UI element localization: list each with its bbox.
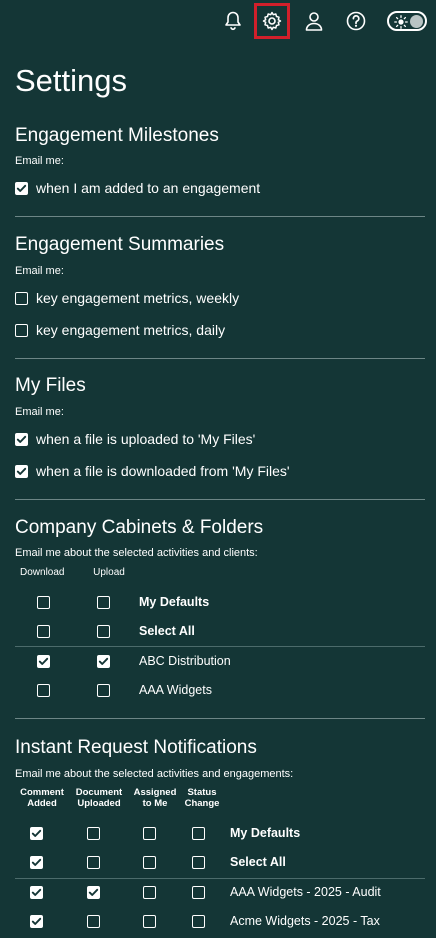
row-aaa-widgets-label: AAA Widgets (139, 683, 212, 697)
row-select-all-download-checkbox[interactable] (37, 625, 50, 638)
row-acme-widgets-tax-assigned-to-me-checkbox[interactable] (143, 915, 156, 928)
row-aaa-widgets-audit-status-change-checkbox[interactable] (192, 886, 205, 899)
top-bar (0, 0, 436, 44)
row-acme-widgets-tax-label: Acme Widgets - 2025 - Tax (230, 914, 380, 928)
row-abc-distribution-label: ABC Distribution (139, 654, 231, 668)
row-my-defaults-assigned-to-me-checkbox[interactable] (143, 827, 156, 840)
row-select-all-document-uploaded-checkbox[interactable] (87, 856, 100, 869)
section-title-engagement-milestones: Engagement Milestones (15, 125, 219, 146)
column-header-download: Download (20, 567, 65, 578)
row-select-all-status-change-checkbox[interactable] (192, 856, 205, 869)
divider (15, 358, 425, 359)
checkmark-icon (31, 858, 42, 866)
checkbox[interactable] (15, 323, 28, 337)
divider (15, 216, 425, 217)
checkbox[interactable] (15, 291, 28, 305)
row-aaa-widgets-audit-comment-added-checkbox[interactable] (30, 886, 43, 899)
option-label: when a file is uploaded to 'My Files' (36, 431, 256, 447)
column-header-assigned-to-me: Assigned to Me (133, 787, 177, 809)
divider (15, 718, 425, 719)
checkmark-icon (31, 917, 42, 925)
option-added-to-engagement[interactable]: when I am added to an engagement (15, 180, 260, 196)
row-my-defaults-download-checkbox[interactable] (37, 596, 50, 609)
option-label: when a file is downloaded from 'My Files… (36, 463, 290, 479)
option-file-downloaded[interactable]: when a file is downloaded from 'My Files… (15, 463, 290, 479)
toggle-knob (410, 15, 423, 28)
row-my-defaults-comment-added-checkbox[interactable] (30, 827, 43, 840)
option-label: key engagement metrics, weekly (36, 290, 240, 306)
column-header-upload: Upload (93, 567, 125, 578)
row-aaa-widgets-audit-document-uploaded-checkbox[interactable] (87, 886, 100, 899)
row-my-defaults-label: My Defaults (230, 826, 301, 840)
row-aaa-widgets-download-checkbox[interactable] (37, 684, 50, 697)
option-label: when I am added to an engagement (36, 180, 261, 196)
option-metrics-daily[interactable]: key engagement metrics, daily (15, 322, 225, 338)
row-acme-widgets-tax-comment-added-checkbox[interactable] (30, 915, 43, 928)
section-title-instant-requests: Instant Request Notifications (15, 737, 257, 758)
grid-row-divider (15, 878, 425, 879)
row-abc-distribution-upload-checkbox[interactable] (97, 655, 110, 668)
row-my-defaults-document-uploaded-checkbox[interactable] (87, 827, 100, 840)
row-my-defaults-status-change-checkbox[interactable] (192, 827, 205, 840)
checkmark-icon (38, 657, 49, 665)
row-select-all-assigned-to-me-checkbox[interactable] (143, 856, 156, 869)
column-header-status-change: Status Change (184, 787, 220, 809)
sun-icon (394, 15, 408, 34)
row-aaa-widgets-audit-label: AAA Widgets - 2025 - Audit (230, 885, 381, 899)
bell-icon[interactable] (220, 8, 246, 34)
checkmark-icon (16, 467, 27, 475)
row-select-all-label: Select All (230, 855, 286, 869)
option-file-uploaded[interactable]: when a file is uploaded to 'My Files' (15, 431, 255, 447)
section-caption: Email me about the selected activities a… (15, 768, 294, 780)
grid-row-divider (15, 646, 425, 647)
option-metrics-weekly[interactable]: key engagement metrics, weekly (15, 290, 239, 306)
section-title-engagement-summaries: Engagement Summaries (15, 234, 225, 255)
column-header-comment-added: Comment Added (20, 787, 64, 809)
row-abc-distribution-download-checkbox[interactable] (37, 655, 50, 668)
gear-icon[interactable] (254, 3, 290, 39)
section-caption: Email me: (15, 265, 64, 277)
row-my-defaults-label: My Defaults (139, 595, 210, 609)
checkmark-icon (98, 657, 109, 665)
row-acme-widgets-tax-status-change-checkbox[interactable] (192, 915, 205, 928)
section-title-my-files: My Files (15, 375, 86, 396)
checkbox[interactable] (15, 464, 28, 478)
section-caption: Email me: (15, 155, 64, 167)
help-icon[interactable] (343, 8, 369, 34)
checkmark-icon (16, 435, 27, 443)
section-caption: Email me: (15, 406, 64, 418)
checkbox[interactable] (15, 181, 28, 195)
row-aaa-widgets-upload-checkbox[interactable] (97, 684, 110, 697)
row-select-all-upload-checkbox[interactable] (97, 625, 110, 638)
option-label: key engagement metrics, daily (36, 322, 226, 338)
row-select-all-comment-added-checkbox[interactable] (30, 856, 43, 869)
section-caption: Email me about the selected activities a… (15, 547, 258, 559)
checkmark-icon (16, 184, 27, 192)
page-title: Settings (15, 63, 128, 98)
divider (15, 499, 425, 500)
row-select-all-label: Select All (139, 624, 195, 638)
row-my-defaults-upload-checkbox[interactable] (97, 596, 110, 609)
checkmark-icon (88, 888, 99, 896)
checkbox[interactable] (15, 432, 28, 446)
row-aaa-widgets-audit-assigned-to-me-checkbox[interactable] (143, 886, 156, 899)
checkmark-icon (31, 829, 42, 837)
section-title-company-cabinets: Company Cabinets & Folders (15, 517, 264, 538)
checkmark-icon (31, 888, 42, 896)
user-icon[interactable] (301, 8, 327, 34)
theme-toggle[interactable] (387, 11, 427, 31)
column-header-document-uploaded: Document Uploaded (75, 787, 123, 809)
row-acme-widgets-tax-document-uploaded-checkbox[interactable] (87, 915, 100, 928)
